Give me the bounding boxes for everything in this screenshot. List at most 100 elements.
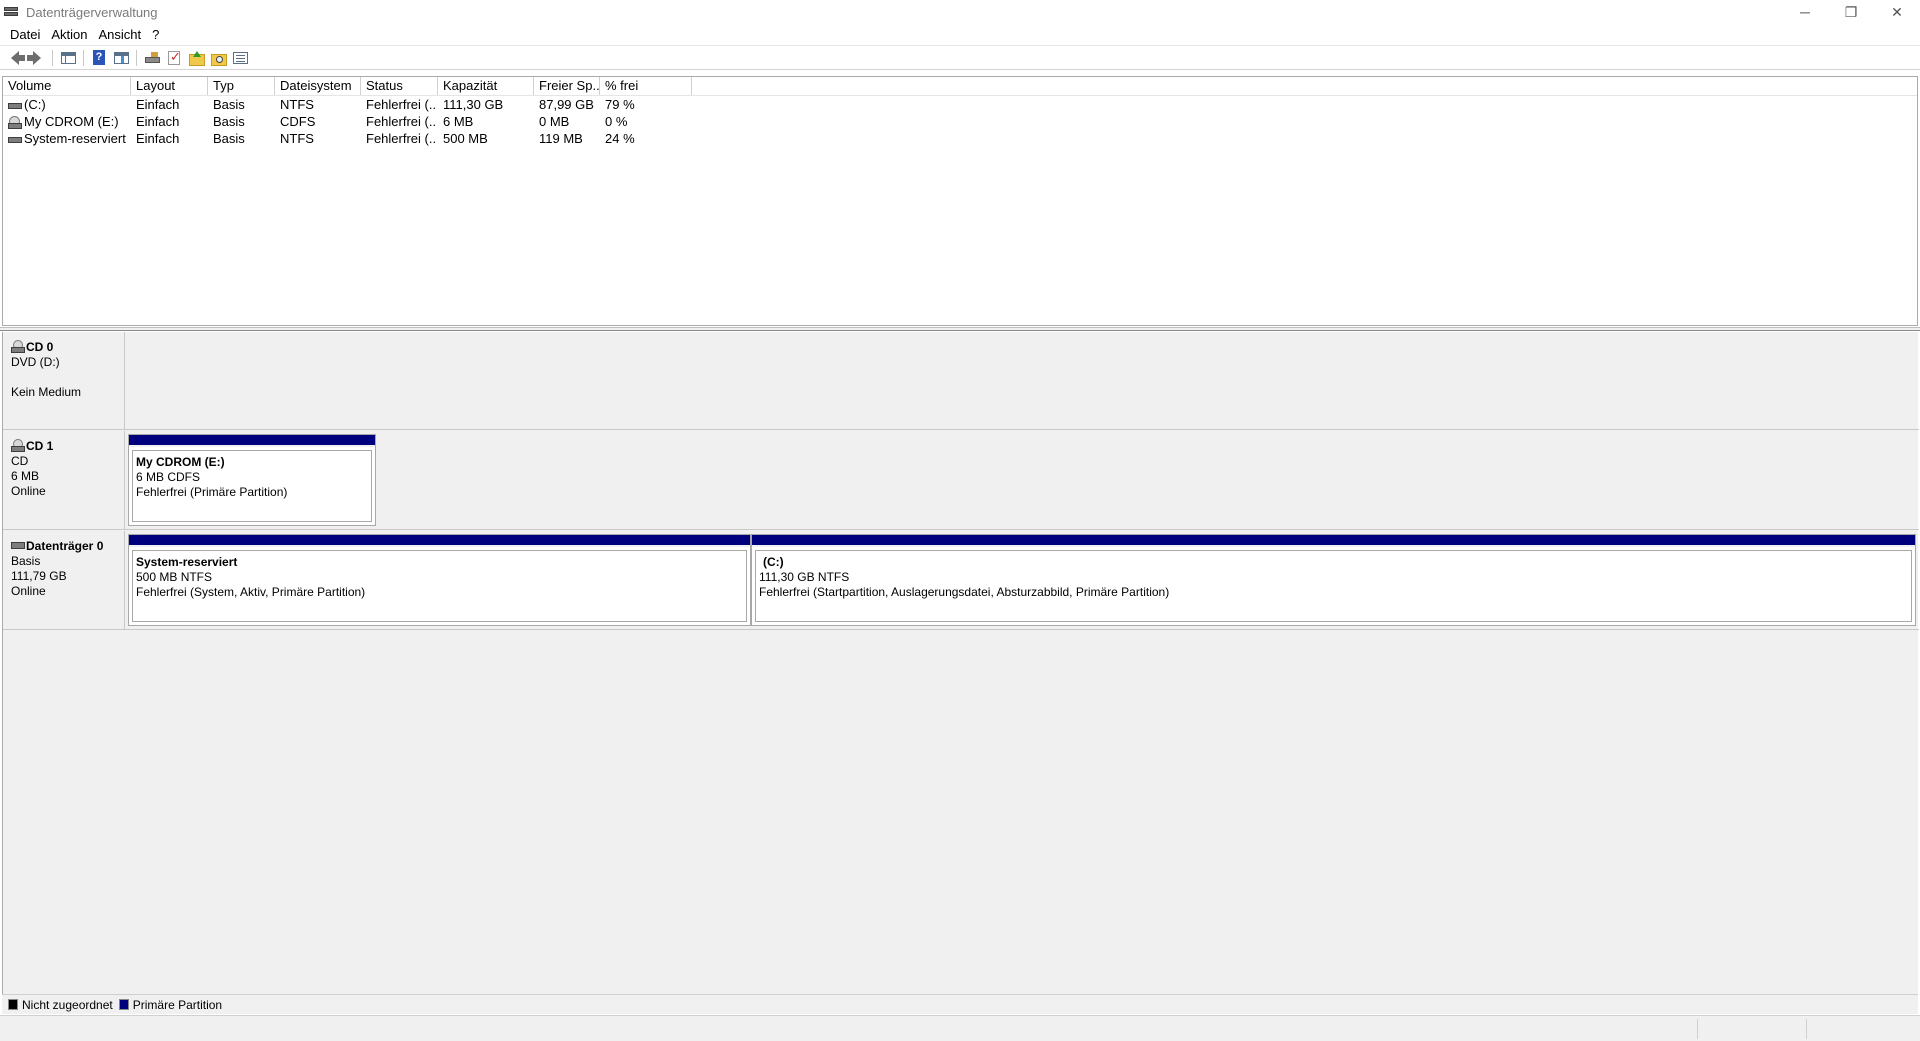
typ-cell: Basis: [213, 114, 245, 129]
legend-item-unallocated: Nicht zugeordnet: [8, 998, 113, 1012]
disk-management-app-icon: [4, 6, 20, 18]
volume-name: (C:): [24, 97, 46, 112]
help-button[interactable]: ?: [88, 48, 110, 68]
disk-status: Online: [11, 584, 46, 598]
filesystem-cell: NTFS: [280, 131, 314, 146]
disk-label-cd0[interactable]: CD 0 DVD (D:) Kein Medium: [3, 332, 125, 429]
column-header-dateisystem[interactable]: Dateisystem: [275, 77, 361, 95]
volume-cell: (C:): [3, 96, 131, 113]
volume-cell: My CDROM (E:): [3, 113, 131, 130]
view-button[interactable]: [229, 48, 251, 68]
menu-datei[interactable]: Datei: [6, 27, 47, 42]
folder-up-icon: [189, 51, 205, 66]
close-button[interactable]: ✕: [1874, 0, 1920, 24]
layout-cell: Einfach: [136, 97, 180, 112]
primary-partition-bar: [129, 535, 750, 547]
disk-label-cd1[interactable]: CD 1 CD 6 MB Online: [3, 431, 125, 529]
folder-search-button[interactable]: [207, 48, 229, 68]
back-button[interactable]: [4, 48, 26, 68]
column-header-status[interactable]: Status: [361, 77, 438, 95]
menu-aktion[interactable]: Aktion: [47, 27, 94, 42]
volume-list[interactable]: Volume Layout Typ Dateisystem Status Kap…: [2, 76, 1918, 326]
cdrom-icon: [11, 340, 25, 353]
partition-size: 6 MB CDFS: [136, 470, 201, 484]
free-space-cell: 119 MB: [539, 131, 583, 146]
column-header-prozent-frei[interactable]: % frei: [600, 77, 692, 95]
status-cell: Fehlerfrei (...: [366, 97, 438, 112]
disk-graphical-view: CD 0 DVD (D:) Kein Medium CD 1 CD 6 MB O…: [2, 332, 1919, 1014]
status-cell: Fehlerfrei (...: [366, 114, 438, 129]
status-separator: [1806, 1019, 1807, 1039]
forward-button[interactable]: [26, 48, 48, 68]
volume-name: My CDROM (E:): [24, 114, 119, 129]
folder-search-icon: [211, 51, 227, 66]
partition-my-cdrom[interactable]: My CDROM (E:) 6 MB CDFS Fehlerfrei (Prim…: [128, 434, 376, 526]
status-bar: [0, 1015, 1920, 1041]
partition-status: Fehlerfrei (System, Aktiv, Primäre Parti…: [136, 585, 366, 599]
legend: Nicht zugeordnet Primäre Partition: [2, 994, 1918, 1014]
folder-up-button[interactable]: [185, 48, 207, 68]
hard-disk-icon: [8, 133, 22, 145]
typ-cell: Basis: [213, 131, 245, 146]
primary-partition-bar: [752, 535, 1915, 547]
partition-system-reserviert[interactable]: System-reserviert 500 MB NTFS Fehlerfrei…: [128, 534, 751, 626]
legend-swatch-navy: [118, 999, 129, 1010]
percent-free-cell: 24 %: [605, 131, 635, 146]
partition-name: (C:): [763, 555, 784, 569]
legend-label: Nicht zugeordnet: [22, 997, 113, 1012]
disk-type: DVD (D:): [11, 355, 60, 369]
console-tree-button[interactable]: [57, 48, 79, 68]
free-space-cell: 0 MB: [539, 114, 570, 129]
disk-status: Online: [11, 484, 46, 498]
capacity-cell: 111,30 GB: [443, 97, 504, 112]
menu-help[interactable]: ?: [148, 27, 166, 42]
layout-cell: Einfach: [136, 114, 180, 129]
pane-splitter[interactable]: [0, 327, 1920, 331]
column-header-typ[interactable]: Typ: [208, 77, 275, 95]
status-separator: [1697, 1019, 1698, 1039]
table-row[interactable]: My CDROM (E:) Einfach Basis CDFS Fehlerf…: [3, 113, 1917, 130]
legend-swatch-black: [8, 999, 18, 1010]
forward-icon: [27, 50, 41, 65]
table-row[interactable]: (C:) Einfach Basis NTFS Fehlerfrei (... …: [3, 96, 1917, 113]
help-icon: ?: [93, 50, 105, 65]
minimize-button[interactable]: ─: [1782, 0, 1828, 24]
disk-area-cd0: [126, 332, 1919, 429]
legend-item-primary-partition: Primäre Partition: [118, 998, 222, 1012]
partition-body: System-reserviert 500 MB NTFS Fehlerfrei…: [132, 550, 747, 622]
partition-size: 500 MB NTFS: [136, 570, 213, 584]
typ-cell: Basis: [213, 97, 245, 112]
partition-body: (C:) 111,30 GB NTFS Fehlerfrei (Startpar…: [755, 550, 1912, 622]
column-header-kapazitaet[interactable]: Kapazität: [438, 77, 534, 95]
disk-size: 6 MB: [11, 469, 40, 483]
window-title: Datenträgerverwaltung: [26, 4, 158, 20]
column-header-volume[interactable]: Volume: [3, 77, 131, 95]
volume-cell: System-reserviert: [3, 130, 131, 147]
percent-free-cell: 0 %: [605, 114, 628, 129]
column-header-layout[interactable]: Layout: [131, 77, 208, 95]
restore-button[interactable]: ❐: [1828, 0, 1874, 24]
partition-c[interactable]: (C:) 111,30 GB NTFS Fehlerfrei (Startpar…: [751, 534, 1916, 626]
properties-button[interactable]: [110, 48, 132, 68]
partition-size: 111,30 GB NTFS: [759, 570, 850, 584]
properties-icon: [113, 51, 129, 64]
menu-ansicht[interactable]: Ansicht: [95, 27, 149, 42]
disk-size: 111,79 GB: [11, 569, 67, 583]
filesystem-cell: CDFS: [280, 114, 316, 129]
disk-row-cd1: CD 1 CD 6 MB Online My CDROM (E:) 6 MB C…: [3, 431, 1919, 530]
partition-name: My CDROM (E:): [136, 455, 225, 469]
disk-button[interactable]: [141, 48, 163, 68]
disk-row-datentraeger0: Datenträger 0 Basis 111,79 GB Online Sys…: [3, 531, 1919, 630]
disk-label-datentraeger0[interactable]: Datenträger 0 Basis 111,79 GB Online: [3, 531, 125, 629]
check-button[interactable]: [163, 48, 185, 68]
disk-size: [11, 370, 124, 385]
view-icon: [232, 51, 248, 64]
toolbar-separator: [136, 49, 137, 66]
toolbar-separator: [83, 49, 84, 66]
capacity-cell: 500 MB: [443, 131, 488, 146]
table-row[interactable]: System-reserviert Einfach Basis NTFS Feh…: [3, 130, 1917, 147]
column-header-freier-speicher[interactable]: Freier Sp...: [534, 77, 600, 95]
cdrom-icon: [8, 116, 22, 129]
toolbar: ?: [0, 45, 1920, 70]
disk-area-datentraeger0: System-reserviert 500 MB NTFS Fehlerfrei…: [126, 531, 1919, 629]
